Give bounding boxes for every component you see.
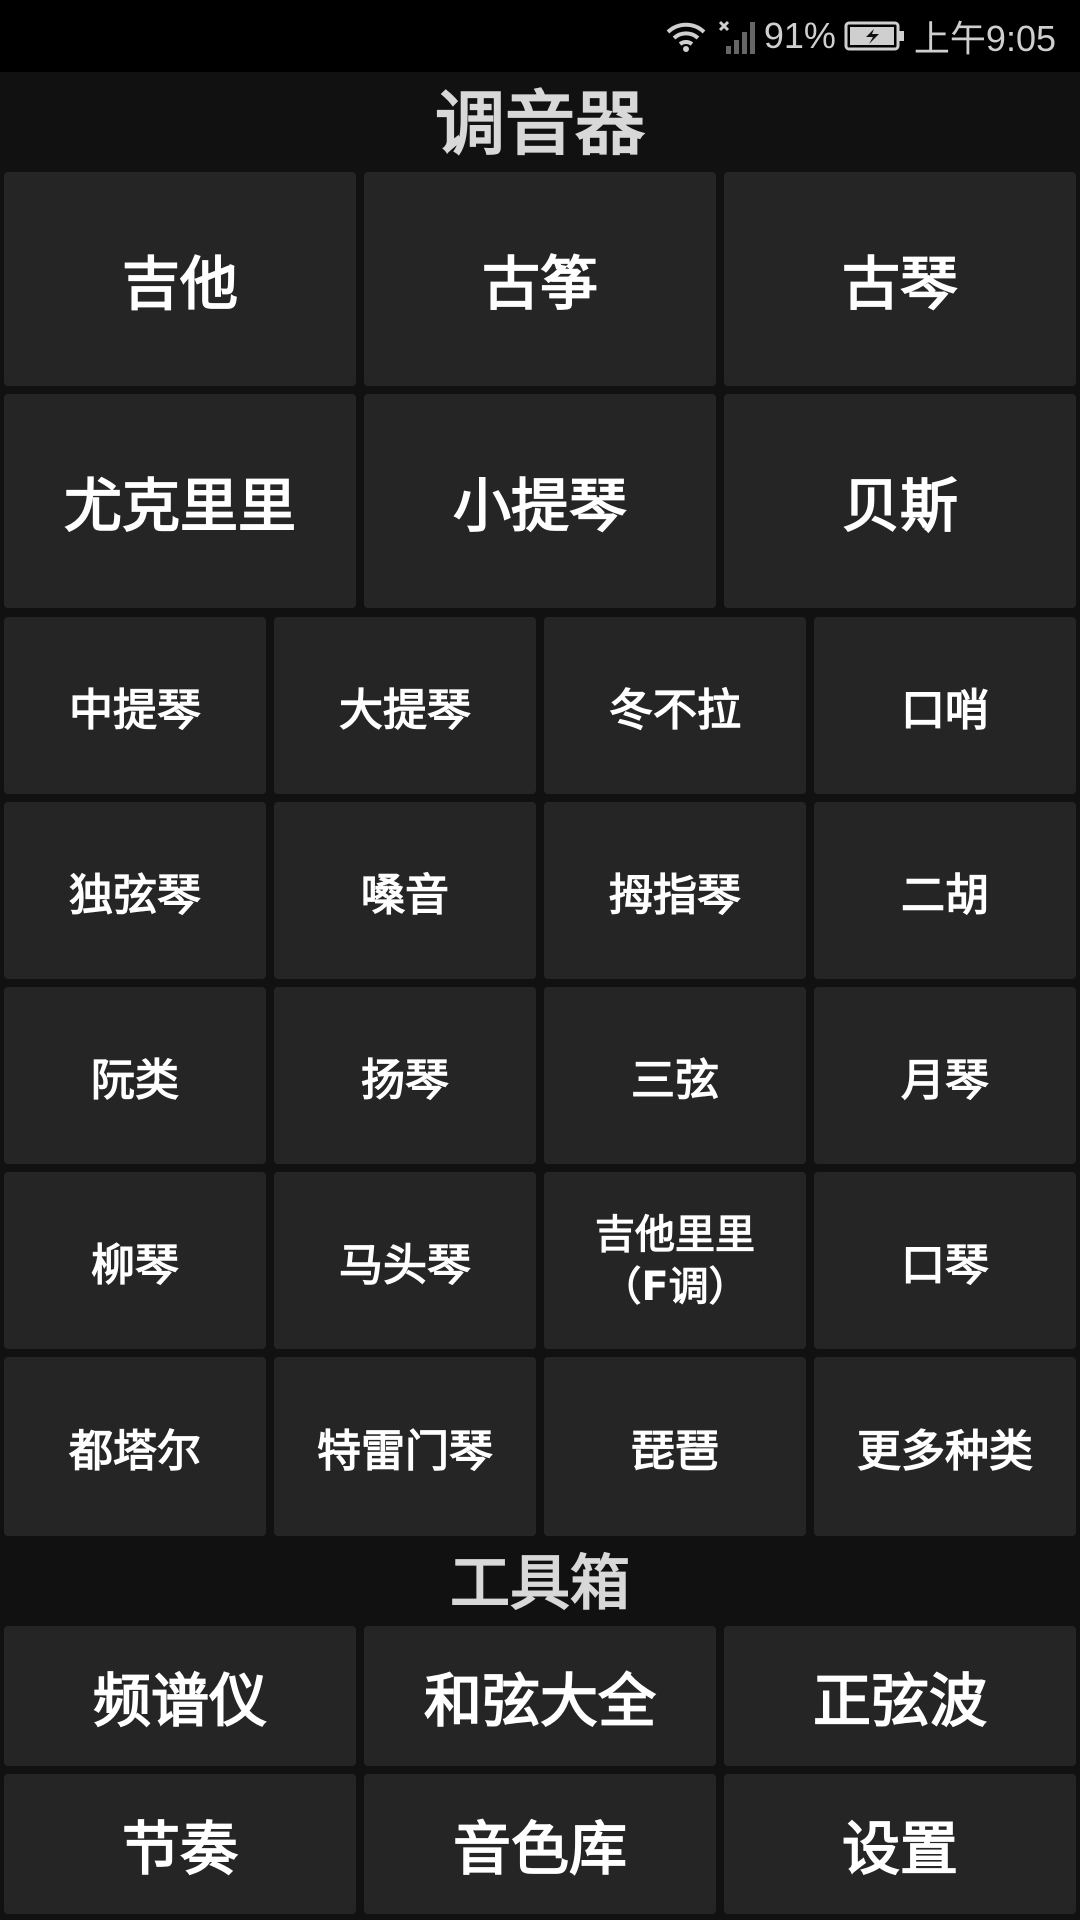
instrument-violin-button[interactable]: 小提琴: [364, 394, 716, 608]
instrument-viola-button[interactable]: 中提琴: [4, 617, 266, 794]
instrument-monochord-button[interactable]: 独弦琴: [4, 802, 266, 979]
instrument-guitarlele-label: 吉他里里 （F调）: [595, 1211, 755, 1310]
metronome-button[interactable]: 节奏: [4, 1774, 356, 1914]
sine-wave-button[interactable]: 正弦波: [724, 1626, 1076, 1766]
more-instruments-button[interactable]: 更多种类: [814, 1357, 1076, 1536]
instrument-guitarlele-button[interactable]: 吉他里里 （F调）: [544, 1172, 806, 1349]
instrument-bass-button[interactable]: 贝斯: [724, 394, 1076, 608]
instrument-erhu-button[interactable]: 二胡: [814, 802, 1076, 979]
tuner-title: 调音器: [435, 83, 645, 165]
clock: 上午9:05: [913, 18, 1056, 59]
instrument-voice-button[interactable]: 嗓音: [274, 802, 536, 979]
instrument-cello-button[interactable]: 大提琴: [274, 617, 536, 794]
status-indicators: 91% 上午9:05: [664, 0, 1056, 72]
battery-charging-icon: [844, 20, 906, 52]
instrument-liuqin-button[interactable]: 柳琴: [4, 1172, 266, 1349]
instrument-sanxian-button[interactable]: 三弦: [544, 987, 806, 1164]
status-bar: 91% 上午9:05: [0, 0, 1080, 72]
instrument-guqin-button[interactable]: 古琴: [724, 172, 1076, 386]
instrument-guzheng-button[interactable]: 古筝: [364, 172, 716, 386]
instrument-harmonica-button[interactable]: 口琴: [814, 1172, 1076, 1349]
instrument-theremin-button[interactable]: 特雷门琴: [274, 1357, 536, 1536]
toolbox-title: 工具箱: [450, 1549, 630, 1619]
instrument-morin-khuur-button[interactable]: 马头琴: [274, 1172, 536, 1349]
wifi-icon: [664, 18, 708, 54]
instrument-ruan-button[interactable]: 阮类: [4, 987, 266, 1164]
sound-library-button[interactable]: 音色库: [364, 1774, 716, 1914]
instrument-whistle-button[interactable]: 口哨: [814, 617, 1076, 794]
instrument-dombra-button[interactable]: 冬不拉: [544, 617, 806, 794]
instrument-kalimba-button[interactable]: 拇指琴: [544, 802, 806, 979]
spectrum-analyzer-button[interactable]: 频谱仪: [4, 1626, 356, 1766]
chord-library-button[interactable]: 和弦大全: [364, 1626, 716, 1766]
instrument-guitar-button[interactable]: 吉他: [4, 172, 356, 386]
battery-percent: 91%: [763, 15, 836, 56]
no-signal-icon: [716, 16, 756, 56]
instrument-yangqin-button[interactable]: 扬琴: [274, 987, 536, 1164]
instrument-pipa-button[interactable]: 琵琶: [544, 1357, 806, 1536]
settings-button[interactable]: 设置: [724, 1774, 1076, 1914]
instrument-dutar-button[interactable]: 都塔尔: [4, 1357, 266, 1536]
instrument-yueqin-button[interactable]: 月琴: [814, 987, 1076, 1164]
instrument-ukulele-button[interactable]: 尤克里里: [4, 394, 356, 608]
